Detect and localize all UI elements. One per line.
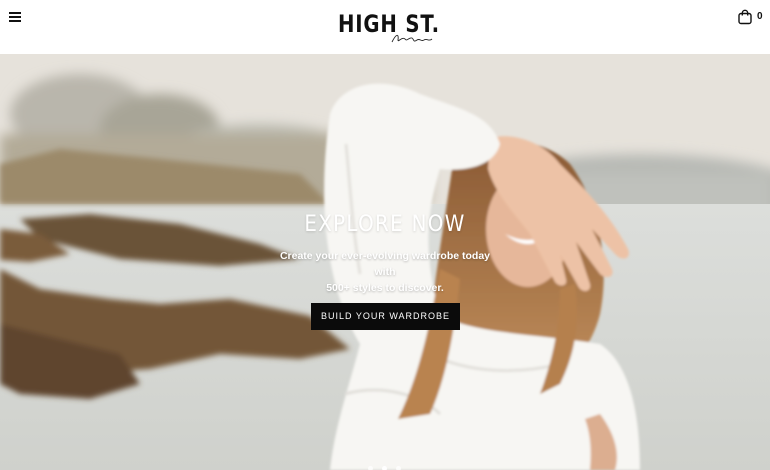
logo-script-mark: [391, 34, 433, 43]
carousel-dot-2[interactable]: [382, 466, 387, 470]
brand-logo[interactable]: HIGH ST.: [336, 6, 439, 46]
hero-subtitle-line-1: Create your ever-evolving wardrobe today…: [279, 250, 491, 278]
carousel-dot-3[interactable]: [396, 466, 401, 470]
shopping-bag-icon: [738, 9, 752, 25]
carousel-dots: [366, 466, 406, 470]
carousel-dot-1[interactable]: [368, 466, 373, 470]
cart-count: 0: [757, 11, 763, 22]
hero-banner: EXPLORE NOW Create your ever-evolving wa…: [0, 54, 770, 470]
hero-subtitle-line-2: 500+ styles to discover.: [326, 282, 444, 294]
build-wardrobe-button[interactable]: BUILD YOUR WARDROBE: [311, 303, 460, 330]
hamburger-menu-icon[interactable]: [8, 10, 24, 24]
site-header: HIGH ST. 0: [0, 0, 770, 54]
cart-button[interactable]: 0: [737, 9, 767, 27]
hero-title: EXPLORE NOW: [304, 212, 466, 237]
hero-subtitle: Create your ever-evolving wardrobe today…: [270, 248, 500, 296]
